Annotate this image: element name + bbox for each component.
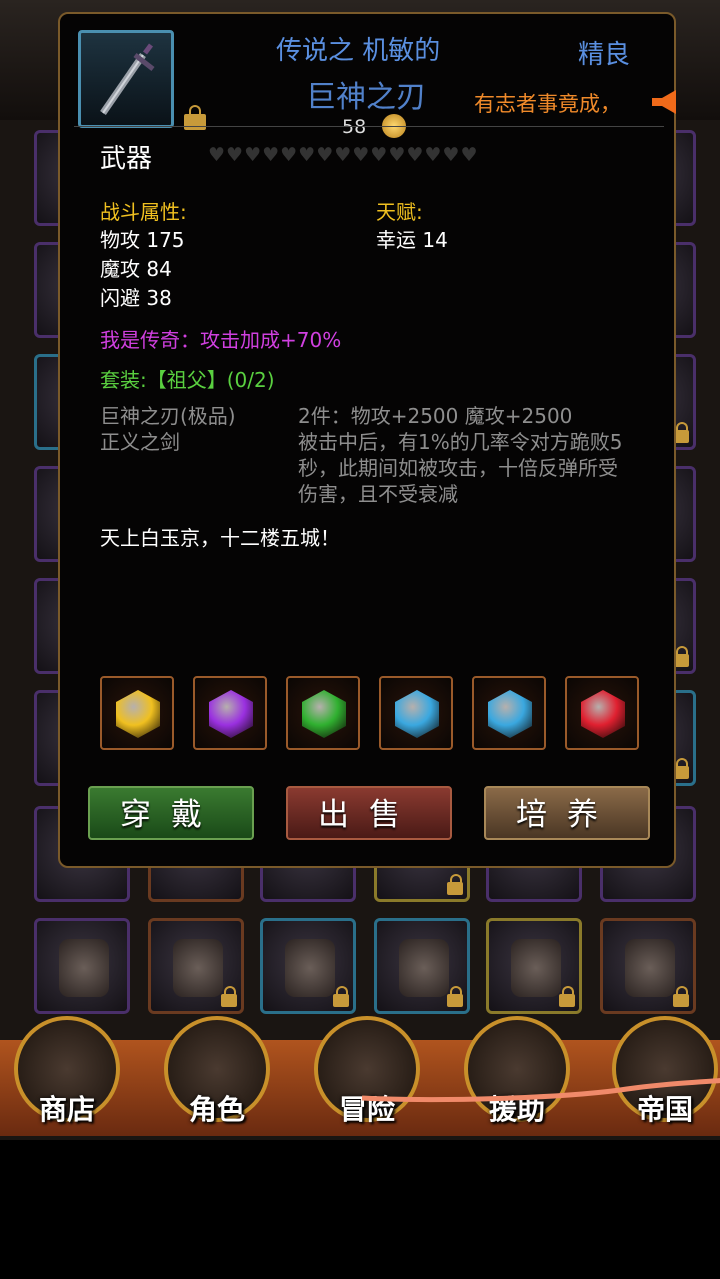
scrolling-banner: 有志者事竟成， [474, 92, 621, 116]
shield-icon [511, 939, 561, 997]
gem-slot[interactable] [286, 676, 360, 750]
nav-character[interactable]: 角色 [162, 1016, 272, 1134]
gold-gem-icon [116, 690, 160, 738]
combat-heading: 战斗属性: [100, 200, 187, 224]
sword-icon [100, 43, 155, 115]
swipe-annotation [361, 1078, 720, 1103]
talent-heading: 天赋: [376, 200, 423, 224]
inventory-slot[interactable] [486, 918, 582, 1014]
equip-button[interactable]: 穿戴 [88, 786, 254, 840]
green-gem-icon [302, 690, 346, 738]
inventory-slot[interactable] [34, 918, 130, 1014]
weapon-frame [78, 30, 174, 128]
inventory-slot[interactable] [260, 918, 356, 1014]
item-quality: 精良 [578, 40, 631, 70]
lock-icon[interactable] [184, 105, 206, 130]
sell-button[interactable]: 出售 [286, 786, 452, 840]
combat-stat: 物攻 175 [100, 228, 185, 252]
gem-slot[interactable] [193, 676, 267, 750]
lock-icon [447, 986, 463, 1007]
gauntlet-icon [59, 939, 109, 997]
lock-icon [221, 986, 237, 1007]
set-bonus-desc: 被击中后，有1%的几率令对方跪败5 [298, 430, 623, 454]
blue-gem-icon [395, 690, 439, 738]
nav-label: 商店 [38, 1093, 95, 1126]
lock-icon [333, 986, 349, 1007]
nav-shop[interactable]: 商店 [12, 1016, 122, 1134]
gem-slot[interactable] [472, 676, 546, 750]
flavor-text: 天上白玉京，十二楼五城！ [100, 526, 340, 550]
combat-stat: 魔攻 84 [100, 257, 172, 281]
set-piece: 正义之剑 [100, 430, 180, 454]
gem-slot[interactable] [565, 676, 639, 750]
set-bonus-desc: 伤害，且不受衰减 [298, 482, 458, 506]
inventory-slot[interactable] [374, 918, 470, 1014]
purple-gem-icon [209, 690, 253, 738]
gauntlet-icon [399, 939, 449, 997]
lock-icon [447, 874, 463, 895]
gauntlet-icon [173, 939, 223, 997]
spiked-ring-icon [625, 939, 675, 997]
megaphone-icon[interactable] [648, 86, 684, 118]
set-bonus: 2件：物攻+2500 魔攻+2500 [298, 404, 573, 428]
lock-icon [559, 986, 575, 1007]
inventory-slot[interactable] [600, 918, 696, 1014]
item-price: 58 [342, 116, 367, 138]
item-prefix: 传说之 机敏的 [276, 36, 441, 66]
item-category: 武器 [100, 144, 153, 174]
hearts-rating: ♥♥♥♥♥♥♥♥♥♥♥♥♥♥♥ [208, 144, 479, 166]
item-detail-popup: 传说之 机敏的 巨神之刃 精良 58 武器 ♥♥♥♥♥♥♥♥♥♥♥♥♥♥♥ 战斗… [58, 12, 676, 868]
legend-bonus: 我是传奇：攻击加成+70% [100, 328, 342, 352]
lock-icon [673, 986, 689, 1007]
talent-stat: 幸运 14 [376, 228, 448, 252]
blue-gem-icon [488, 690, 532, 738]
set-heading: 套装:【祖父】(0/2) [100, 368, 275, 392]
nav-label: 角色 [188, 1093, 245, 1126]
set-bonus-desc: 秒，此期间如被攻击，十倍反弹所受 [298, 456, 618, 480]
train-button[interactable]: 培养 [484, 786, 650, 840]
gem-slot[interactable] [100, 676, 174, 750]
set-piece: 巨神之刃(极品) [100, 404, 236, 428]
item-name: 巨神之刃 [306, 80, 426, 115]
red-gem-icon [581, 690, 625, 738]
gem-slot[interactable] [379, 676, 453, 750]
combat-stat: 闪避 38 [100, 286, 172, 310]
armor-icon [285, 939, 335, 997]
inventory-slot[interactable] [148, 918, 244, 1014]
divider [74, 126, 664, 127]
